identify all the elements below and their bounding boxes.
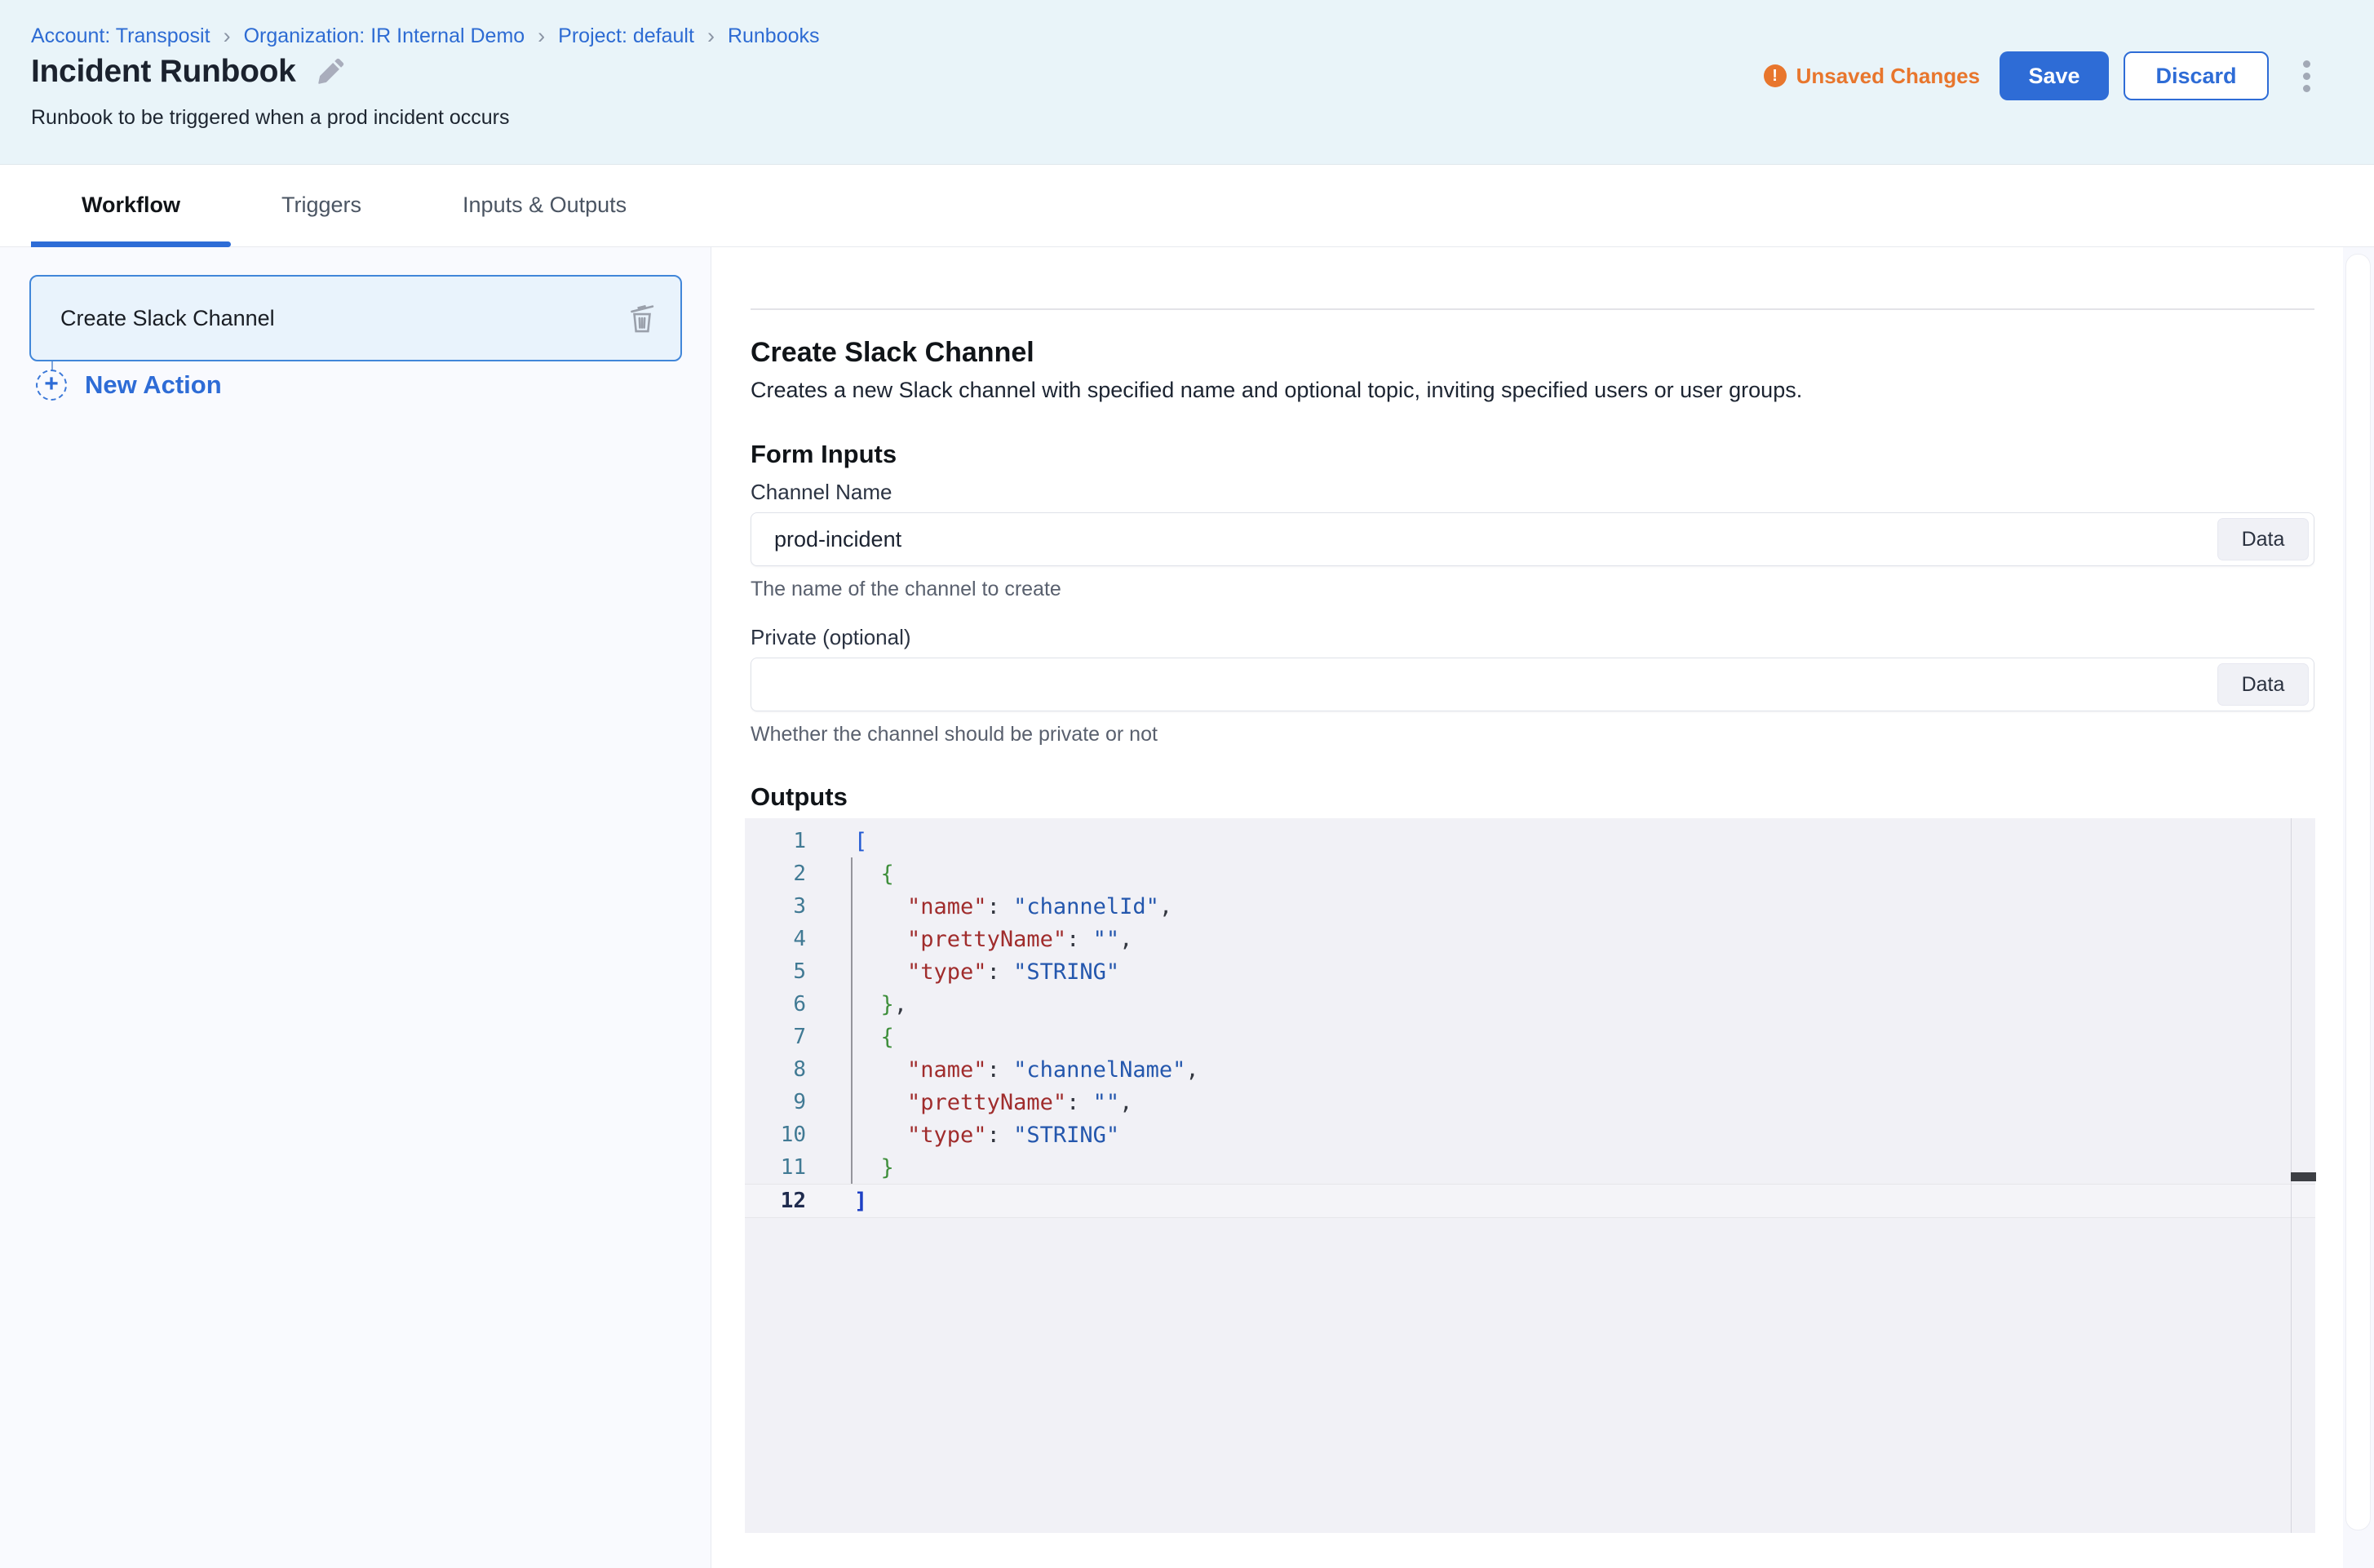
editor-scrollbar-marker [2291,1172,2316,1181]
breadcrumb-link[interactable]: Project: default [558,24,694,48]
page-subtitle: Runbook to be triggered when a prod inci… [31,106,509,130]
unsaved-alert-icon: ! [1764,64,1787,87]
breadcrumb: Account: Transposit › Organization: IR Int… [31,24,820,48]
code-line-text: "name": "channelName", [806,1057,1199,1083]
page-scrollbar[interactable] [2343,247,2374,1568]
new-action-button[interactable]: + New Action [36,370,222,401]
line-number: 12 [745,1189,806,1213]
line-number: 4 [745,927,806,951]
line-number: 6 [745,992,806,1017]
edit-title-pencil-icon[interactable] [316,57,345,86]
private-input[interactable] [751,658,2314,711]
code-line-text: "prettyName": "", [806,1090,1132,1115]
code-line-4: 4 "prettyName": "", [745,923,2315,955]
form-field-private: Private (optional) Data Whether the channe… [751,625,2314,747]
page-scrollbar-thumb[interactable] [2345,254,2371,1530]
line-number: 11 [745,1155,806,1180]
code-line-3: 3 "name": "channelId", [745,890,2315,923]
code-line-2: 2 { [745,857,2315,890]
action-detail-panel: Create Slack Channel Creates a new Slack… [712,247,2374,1568]
channel-name-input-row: Data [751,512,2314,566]
code-line-9: 9 "prettyName": "", [745,1086,2315,1118]
line-number: 7 [745,1025,806,1049]
delete-action-trash-icon[interactable] [625,299,659,337]
header-actions: ! Unsaved Changes Save Discard [1764,51,2315,100]
private-data-button[interactable]: Data [2217,663,2309,706]
form-inputs-heading: Form Inputs [751,440,897,469]
code-line-7: 7 { [745,1021,2315,1053]
tab-label: Workflow [82,193,180,217]
page-header: Account: Transposit › Organization: IR Int… [0,0,2374,165]
unsaved-changes-status: ! Unsaved Changes [1764,64,1980,89]
code-line-text: }, [806,992,907,1017]
tab-label: Triggers [281,193,361,217]
channel-name-label: Channel Name [751,480,2314,505]
code-line-text: "name": "channelId", [806,894,1172,919]
kebab-menu-icon[interactable] [2298,55,2315,97]
code-line-text: "type": "STRING" [806,1123,1119,1148]
title-row: Incident Runbook [31,54,345,90]
unsaved-changes-label: Unsaved Changes [1796,64,1980,89]
section-divider [751,308,2314,310]
editor-scrollbar[interactable] [2291,818,2315,1533]
line-number: 3 [745,894,806,919]
action-card-label: Create Slack Channel [60,306,625,331]
action-description: Creates a new Slack channel with specifi… [751,378,1802,403]
private-input-row: Data [751,658,2314,711]
code-line-5: 5 "type": "STRING" [745,955,2315,988]
runbook-editor-page: Account: Transposit › Organization: IR Int… [0,0,2374,1568]
breadcrumb-chevron-icon: › [224,25,231,47]
channel-name-help-text: The name of the channel to create [751,578,1061,601]
line-number: 9 [745,1090,806,1114]
code-line-text: { [806,862,894,887]
code-line-text: "prettyName": "", [806,927,1132,952]
line-number: 1 [745,829,806,853]
active-tab-underline [31,241,231,247]
tab-workflow[interactable]: Workflow [31,165,231,246]
code-line-6: 6 }, [745,988,2315,1021]
new-action-label: New Action [85,370,222,400]
code-line-text: "type": "STRING" [806,959,1119,985]
action-card-create-slack-channel[interactable]: Create Slack Channel [29,275,682,361]
tab-label: Inputs & Outputs [463,193,627,217]
discard-button[interactable]: Discard [2124,51,2269,100]
breadcrumb-link[interactable]: Runbooks [728,24,820,48]
private-help-text: Whether the channel should be private or… [751,723,1158,746]
breadcrumb-link[interactable]: Organization: IR Internal Demo [244,24,525,48]
code-line-1: 1[ [745,825,2315,857]
workflow-panel: Create Slack Channel + New Action [0,247,711,1568]
code-lines: 1[2 {3 "name": "channelId",4 "prettyName… [745,825,2315,1218]
line-number: 5 [745,959,806,984]
line-number: 10 [745,1123,806,1147]
save-button[interactable]: Save [2000,51,2109,100]
private-label: Private (optional) [751,625,2314,650]
form-field-channel-name: Channel Name Data The name of the channel … [751,480,2314,602]
line-number: 8 [745,1057,806,1082]
breadcrumb-chevron-icon: › [707,25,715,47]
code-line-10: 10 "type": "STRING" [745,1118,2315,1151]
breadcrumb-link[interactable]: Account: Transposit [31,24,210,48]
page-title: Incident Runbook [31,54,296,90]
line-number: 2 [745,862,806,886]
code-line-text: ] [806,1189,867,1214]
action-title: Create Slack Channel [751,337,1034,369]
code-line-12: 12] [745,1184,2315,1218]
tab-bar: Workflow Triggers Inputs & Outputs [0,165,2374,247]
tab-inputs-outputs[interactable]: Inputs & Outputs [412,165,677,246]
new-action-plus-icon: + [36,370,67,401]
breadcrumb-chevron-icon: › [538,25,545,47]
channel-name-input[interactable] [751,512,2314,566]
tab-triggers[interactable]: Triggers [231,165,412,246]
channel-name-data-button[interactable]: Data [2217,518,2309,560]
code-line-11: 11 } [745,1151,2315,1184]
code-line-text: [ [806,829,867,854]
outputs-heading: Outputs [751,782,848,812]
outputs-code-editor[interactable]: 1[2 {3 "name": "channelId",4 "prettyName… [745,818,2315,1533]
code-line-8: 8 "name": "channelName", [745,1053,2315,1086]
code-line-text: { [806,1025,894,1050]
code-line-text: } [806,1155,894,1180]
